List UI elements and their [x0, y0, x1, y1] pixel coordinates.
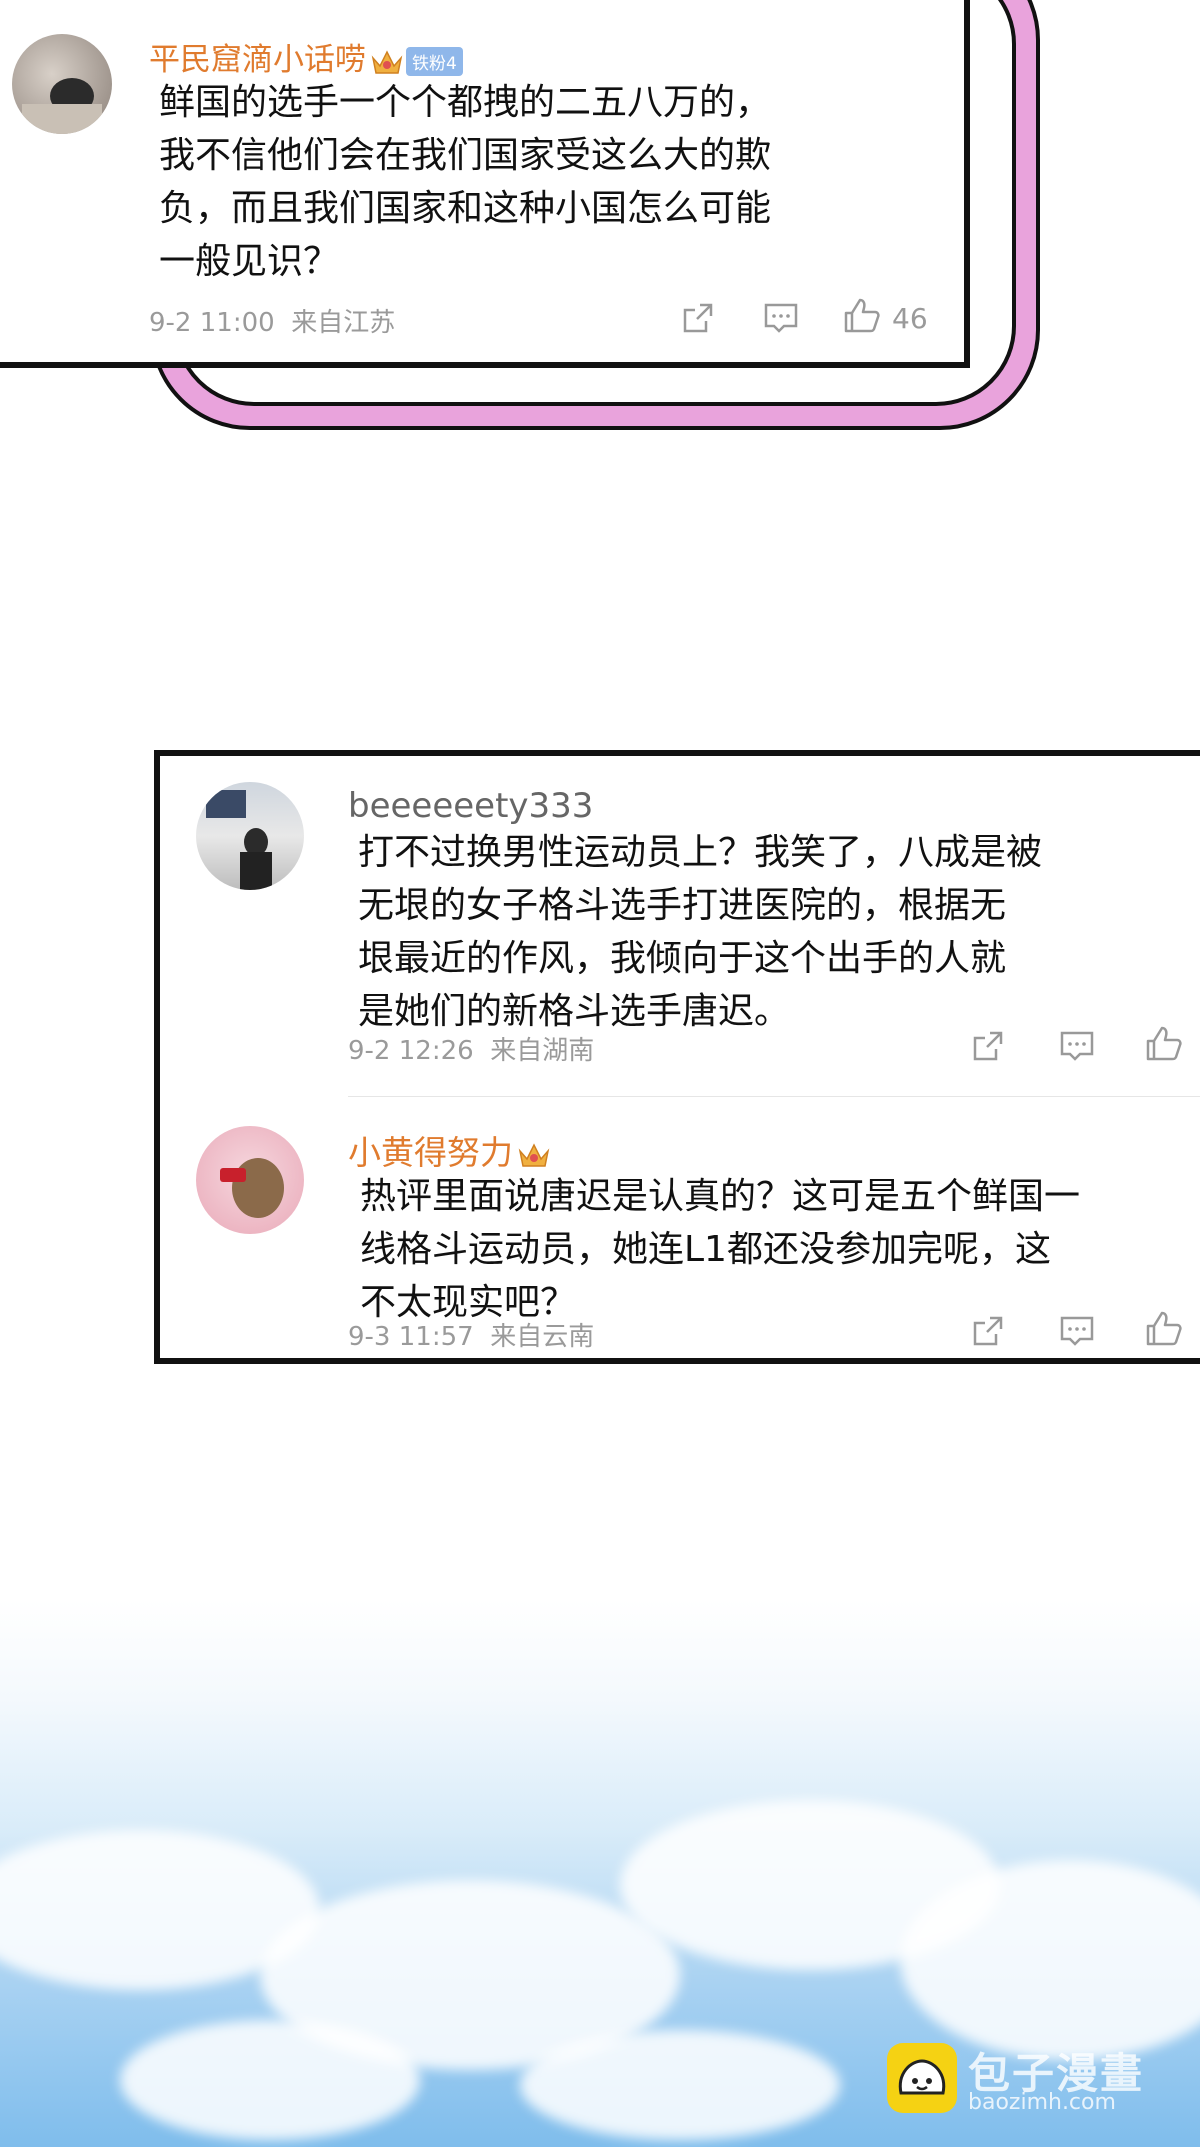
comment-meta: 9-3 11:57 来自云南: [348, 1316, 594, 1353]
like-icon[interactable]: [1144, 1309, 1184, 1349]
comment-meta: 9-2 11:00 来自江苏: [149, 302, 395, 339]
share-icon[interactable]: [970, 1028, 1006, 1064]
like-count: 46: [892, 302, 928, 335]
avatar-image-icon: [206, 790, 272, 890]
comment-line: 线格斗运动员，她连L1都还没参加完呢，这: [360, 1229, 1051, 1270]
comment-line: 垠最近的作风，我倾向于这个出手的人就: [358, 938, 1007, 979]
watermark-logo: [887, 2043, 957, 2113]
avatar[interactable]: [196, 1126, 304, 1234]
timestamp: 9-2 12:26: [348, 1036, 474, 1066]
comment-divider: [348, 1096, 1200, 1097]
username[interactable]: beeeeeety333: [348, 786, 593, 826]
cloud: [520, 2030, 840, 2140]
comment-icon[interactable]: [1058, 1028, 1096, 1064]
location: 来自湖南: [490, 1036, 595, 1066]
location: 来自云南: [490, 1322, 595, 1352]
comment-panel-1: 平民窟滴小话唠 铁粉4 鲜国的选手一个个都拽的二五八万的， 我不信他们会在我们国家…: [0, 0, 970, 368]
like-icon[interactable]: [1144, 1024, 1184, 1064]
avatar[interactable]: [12, 34, 112, 134]
username[interactable]: 平民窟滴小话唠 铁粉4: [149, 34, 463, 79]
comment-meta: 9-2 12:26 来自湖南: [348, 1030, 594, 1067]
comment-line: 我不信他们会在我们国家受这么大的欺: [159, 135, 772, 176]
comment-line: 一般见识？: [159, 241, 340, 282]
share-icon[interactable]: [680, 300, 716, 336]
username-text[interactable]: 平民窟滴小话唠: [149, 42, 366, 78]
comment-text: 热评里面说唐迟是认真的？这可是五个鲜国一 线格斗运动员，她连L1都还没参加完呢，…: [360, 1170, 1080, 1329]
username-text[interactable]: 小黄得努力: [348, 1133, 513, 1172]
avatar[interactable]: [196, 782, 304, 890]
comment-panel-2: beeeeeety333 打不过换男性运动员上？我笑了，八成是被 无垠的女子格斗…: [154, 750, 1200, 1364]
comment-line: 负，而且我们国家和这种小国怎么可能: [159, 188, 772, 229]
comment-line: 鲜国的选手一个个都拽的二五八万的，: [159, 82, 772, 123]
comment-text: 打不过换男性运动员上？我笑了，八成是被 无垠的女子格斗选手打进医院的，根据无 垠…: [358, 826, 1042, 1038]
bun-icon: [898, 2059, 946, 2095]
comment-icon[interactable]: [762, 300, 800, 336]
comment-line: 无垠的女子格斗选手打进医院的，根据无: [358, 885, 1007, 926]
like-icon[interactable]: [842, 296, 882, 336]
fan-badge: 铁粉4: [406, 47, 463, 76]
avatar-image-icon: [220, 1158, 284, 1218]
crown-icon: [371, 49, 403, 74]
crown-icon: [518, 1142, 550, 1167]
cloud: [120, 2020, 420, 2140]
timestamp: 9-2 11:00: [149, 308, 275, 338]
avatar-image-icon: [22, 78, 102, 134]
location: 来自江苏: [291, 308, 396, 338]
comment-line: 热评里面说唐迟是认真的？这可是五个鲜国一: [360, 1176, 1081, 1217]
share-icon[interactable]: [970, 1313, 1006, 1349]
comment-icon[interactable]: [1058, 1313, 1096, 1349]
watermark-url: baozimh.com: [968, 2090, 1116, 2115]
comment-text: 鲜国的选手一个个都拽的二五八万的， 我不信他们会在我们国家受这么大的欺 负，而且…: [159, 76, 771, 288]
username[interactable]: 小黄得努力: [348, 1126, 551, 1174]
comment-line: 打不过换男性运动员上？我笑了，八成是被: [358, 832, 1043, 873]
timestamp: 9-3 11:57: [348, 1322, 474, 1352]
